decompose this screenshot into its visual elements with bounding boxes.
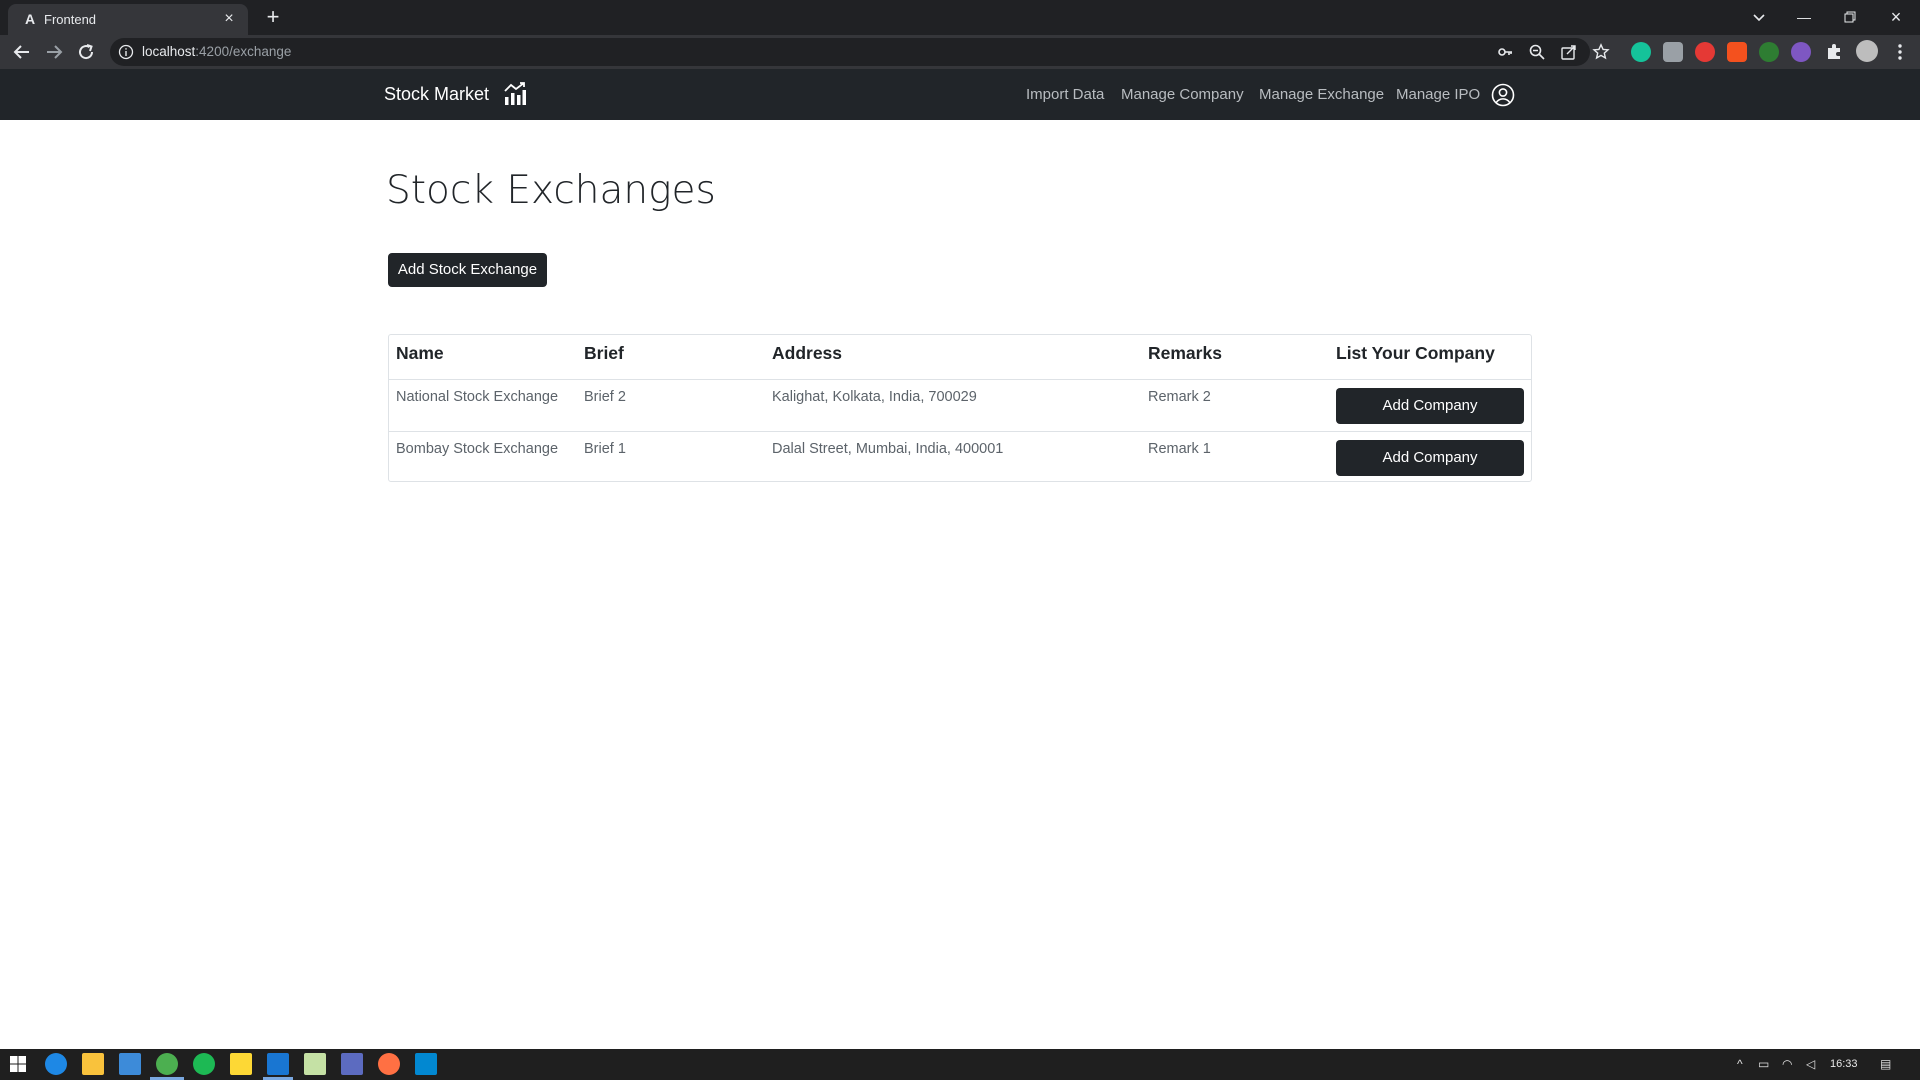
- page-title: Stock Exchanges: [386, 168, 716, 213]
- angular-favicon-icon: A: [24, 11, 36, 27]
- terminal-icon[interactable]: [341, 1053, 363, 1075]
- cell-remarks: Remark 1: [1148, 440, 1211, 457]
- column-header-remarks: Remarks: [1141, 335, 1329, 380]
- adblock-extension-icon[interactable]: [1695, 42, 1715, 62]
- globe-extension-icon[interactable]: [1791, 42, 1811, 62]
- file-explorer-icon[interactable]: [82, 1053, 104, 1075]
- taskbar-clock[interactable]: 16:33: [1830, 1058, 1858, 1070]
- notifications-icon[interactable]: ▤: [1880, 1057, 1891, 1071]
- tab-title: Frontend: [44, 12, 97, 27]
- w-extension-icon[interactable]: [1727, 42, 1747, 62]
- exchanges-table: Name Brief Address Remarks List Your Com…: [388, 334, 1532, 482]
- table-row: Bombay Stock Exchange Brief 1 Dalal Stre…: [389, 431, 1531, 483]
- minimize-icon[interactable]: —: [1784, 4, 1824, 30]
- url-text: localhost:4200/exchange: [142, 44, 291, 59]
- url-path: :4200/exchange: [195, 44, 292, 59]
- back-icon[interactable]: [10, 40, 34, 64]
- brand-link[interactable]: Stock Market: [384, 84, 489, 105]
- tray-chevron-icon[interactable]: ^: [1737, 1057, 1743, 1071]
- chrome-taskbar-icon[interactable]: [156, 1053, 178, 1075]
- share-icon[interactable]: [1560, 43, 1578, 61]
- spotify-icon[interactable]: [193, 1053, 215, 1075]
- browser-tab[interactable]: A Frontend ×: [8, 4, 248, 35]
- volume-icon[interactable]: ◁: [1806, 1057, 1815, 1071]
- cell-name: National Stock Exchange: [389, 379, 577, 432]
- app-window-icon[interactable]: [415, 1053, 437, 1075]
- windows-start-icon[interactable]: [7, 1053, 29, 1075]
- stock-chart-icon[interactable]: [503, 81, 527, 107]
- grammarly-extension-icon[interactable]: [1631, 42, 1651, 62]
- restore-icon[interactable]: [1830, 4, 1870, 30]
- postman-icon[interactable]: [378, 1053, 400, 1075]
- app-navbar: Stock Market Import Data Manage Company …: [0, 69, 1920, 120]
- store-icon[interactable]: [119, 1053, 141, 1075]
- nav-manage-exchange[interactable]: Manage Exchange: [1259, 86, 1384, 103]
- column-header-brief: Brief: [577, 335, 765, 380]
- zoom-icon[interactable]: [1528, 43, 1546, 61]
- vscode-icon[interactable]: [267, 1053, 289, 1075]
- tree-extension-icon[interactable]: [1759, 42, 1779, 62]
- cell-remarks: Remark 2: [1141, 379, 1329, 432]
- window-close-icon[interactable]: ×: [1876, 4, 1916, 30]
- cell-brief: Brief 1: [584, 440, 626, 457]
- url-host: localhost: [142, 44, 196, 59]
- cell-action: Add Company: [1329, 431, 1531, 483]
- tab-close-icon[interactable]: ×: [220, 10, 238, 28]
- bookmark-star-icon[interactable]: [1592, 43, 1610, 61]
- nav-import-data[interactable]: Import Data: [1026, 86, 1104, 103]
- sticky-notes-icon[interactable]: [230, 1053, 252, 1075]
- cell-action: Add Company: [1329, 379, 1531, 432]
- camera-extension-icon[interactable]: [1663, 42, 1683, 62]
- cell-address: Dalal Street, Mumbai, India, 400001: [772, 440, 1004, 457]
- table-row: National Stock Exchange Brief 2 Kalighat…: [389, 379, 1531, 432]
- address-bar[interactable]: localhost:4200/exchange: [110, 38, 1610, 66]
- edge-icon[interactable]: [45, 1053, 67, 1075]
- add-company-button[interactable]: Add Company: [1336, 387, 1524, 424]
- table-header-row: Name Brief Address Remarks List Your Com…: [389, 335, 1531, 380]
- browser-tab-strip: A Frontend × + — ×: [0, 0, 1920, 35]
- cell-address: Kalighat, Kolkata, India, 700029: [765, 379, 1141, 432]
- column-header-list-company: List Your Company: [1329, 335, 1531, 380]
- profile-avatar[interactable]: [1856, 40, 1878, 62]
- add-stock-exchange-button[interactable]: Add Stock Exchange: [388, 253, 547, 287]
- reload-icon[interactable]: [74, 40, 98, 64]
- key-icon[interactable]: [1496, 43, 1514, 61]
- extensions-puzzle-icon[interactable]: [1822, 40, 1846, 64]
- new-tab-button[interactable]: +: [262, 6, 284, 28]
- cell-brief: Brief 2: [577, 379, 765, 432]
- user-account-icon[interactable]: [1491, 83, 1515, 107]
- wifi-icon[interactable]: ◠: [1782, 1057, 1792, 1071]
- windows-taskbar: ^ ▭ ◠ ◁ 16:33 ▤: [0, 1049, 1920, 1080]
- battery-icon[interactable]: ▭: [1758, 1057, 1769, 1071]
- nav-manage-company[interactable]: Manage Company: [1121, 86, 1244, 103]
- add-company-button[interactable]: Add Company: [1336, 439, 1524, 476]
- notepad-icon[interactable]: [304, 1053, 326, 1075]
- tab-search-icon[interactable]: [1748, 6, 1770, 28]
- chrome-menu-icon[interactable]: [1888, 40, 1912, 64]
- column-header-name: Name: [389, 335, 577, 380]
- browser-toolbar: localhost:4200/exchange: [0, 35, 1920, 69]
- cell-name: Bombay Stock Exchange: [396, 440, 559, 457]
- site-info-icon[interactable]: [118, 44, 134, 60]
- column-header-address: Address: [765, 335, 1141, 380]
- forward-icon[interactable]: [42, 40, 66, 64]
- nav-manage-ipo[interactable]: Manage IPO: [1396, 86, 1480, 103]
